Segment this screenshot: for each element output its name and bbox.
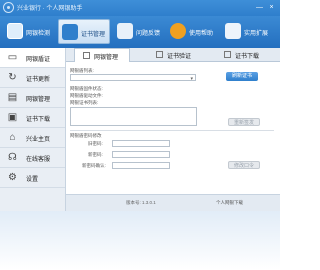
old-password-label: 旧密码: (88, 141, 103, 146)
tab-label: 证书验证 (167, 54, 192, 60)
title-bar: 兴业银行 · 个人网银助手 — × (0, 0, 280, 16)
tab-content: 网银盾列表: ▾ 刷新证书 网银盾固件状态: 网银盾驱动文件: 网银证书列表: … (66, 62, 280, 194)
sidebar-item-label: 证书更新 (26, 77, 51, 83)
tab-cert-download[interactable]: 证书下载 (216, 48, 272, 62)
download-icon: ▣ (7, 112, 18, 123)
sidebar-item-cert-download[interactable]: ▣ 证书下载 (0, 108, 65, 128)
tab-document-icon (156, 51, 163, 58)
window-reflection (0, 211, 280, 270)
sidebar-item-label: 在线客服 (26, 157, 51, 163)
cert-list-box[interactable] (70, 107, 197, 126)
shield-check-icon (7, 23, 23, 39)
settings-icon: ⚙ (8, 172, 17, 183)
headset-icon: ☊ (8, 152, 17, 163)
cert-list-label: 网银证书列表: (70, 100, 99, 105)
app-title: 兴业银行 · 个人网银助手 (17, 6, 83, 12)
sidebar-item-usb-key[interactable]: ▭ 网银盾证 (0, 48, 65, 68)
sidebar-item-settings[interactable]: ⚙ 设置 (0, 168, 65, 188)
download-link[interactable]: 个人网银下载 (216, 200, 243, 206)
toolbar-help-button[interactable]: 使用帮助 (167, 19, 219, 44)
refresh-cert-button[interactable]: 刷新证书 (226, 72, 258, 81)
sidebar-item-manage[interactable]: ▤ 网银管理 (0, 88, 65, 108)
toolbar-certificate-button[interactable]: 证书管理 (58, 19, 110, 44)
home-icon: ⌂ (9, 132, 16, 143)
key-select[interactable]: ▾ (70, 74, 196, 82)
sidebar-item-label: 网银管理 (26, 97, 51, 103)
chevron-down-icon: ▾ (190, 76, 193, 82)
sidebar-item-label: 证书下载 (26, 117, 51, 123)
tab-document-icon (224, 51, 231, 58)
toolbar-extensions-label: 实用扩展 (244, 31, 269, 37)
tab-label: 证书下载 (235, 54, 260, 60)
app-window: 兴业银行 · 个人网银助手 — × 网银检测 证书管理 问题反馈 使用帮助 实用… (0, 0, 280, 211)
certificate-icon (62, 24, 78, 40)
tab-cert-verify[interactable]: 证书验证 (148, 48, 204, 62)
password-section-label: 网银盾密码修改 (70, 133, 102, 138)
manage-icon: ▤ (7, 92, 18, 103)
status-bar: 版本号: 1.3.0.1 个人网银下载 (66, 194, 280, 211)
tab-strip: 网银管理 证书验证 证书下载 (66, 48, 280, 62)
sidebar-item-homepage[interactable]: ⌂ 兴业主页 (0, 128, 65, 148)
refresh-icon: ↻ (8, 72, 17, 83)
close-button[interactable]: × (267, 3, 276, 12)
toolbar-help-label: 使用帮助 (189, 31, 214, 37)
toolbar-extensions-button[interactable]: 实用扩展 (222, 19, 276, 44)
section-divider (70, 130, 274, 131)
sidebar-item-label: 设置 (26, 177, 39, 183)
bank-logo-icon (3, 2, 14, 13)
toolbar-detect-button[interactable]: 网银检测 (4, 19, 54, 44)
extensions-icon (225, 23, 241, 39)
help-icon (170, 23, 186, 39)
new-password-label: 新密码: (88, 152, 103, 157)
toolbar-certificate-label: 证书管理 (81, 32, 106, 38)
confirm-password-label: 新密码确认: (82, 163, 106, 168)
confirm-password-field[interactable] (112, 162, 170, 169)
reissue-button[interactable]: 重新签发 (228, 118, 260, 126)
toolbar-detect-label: 网银检测 (26, 31, 51, 37)
toolbar-feedback-label: 问题反馈 (136, 31, 161, 37)
version-text: 版本号: 1.3.0.1 (126, 200, 156, 205)
sidebar: ▭ 网银盾证 ↻ 证书更新 ▤ 网银管理 ▣ 证书下载 ⌂ 兴业主页 ☊ 在线客… (0, 48, 66, 211)
tab-bank-management[interactable]: 网银管理 (74, 48, 130, 62)
feedback-icon (117, 23, 133, 39)
firmware-status-label: 网银盾固件状态: (70, 86, 103, 91)
tab-document-icon (83, 52, 90, 59)
driver-file-label: 网银盾驱动文件: (70, 93, 103, 98)
sidebar-item-cert-update[interactable]: ↻ 证书更新 (0, 68, 65, 88)
new-password-field[interactable] (112, 151, 170, 158)
main-toolbar: 网银检测 证书管理 问题反馈 使用帮助 实用扩展 (0, 16, 280, 48)
sidebar-item-label: 兴业主页 (26, 137, 51, 143)
toolbar-feedback-button[interactable]: 问题反馈 (114, 19, 164, 44)
change-password-button[interactable]: 修改口令 (228, 161, 260, 169)
usb-key-icon: ▭ (7, 52, 18, 63)
tab-label: 网银管理 (94, 55, 119, 61)
sidebar-item-label: 网银盾证 (26, 57, 51, 63)
old-password-field[interactable] (112, 140, 170, 147)
minimize-button[interactable]: — (255, 3, 264, 12)
sidebar-item-support[interactable]: ☊ 在线客服 (0, 148, 65, 168)
